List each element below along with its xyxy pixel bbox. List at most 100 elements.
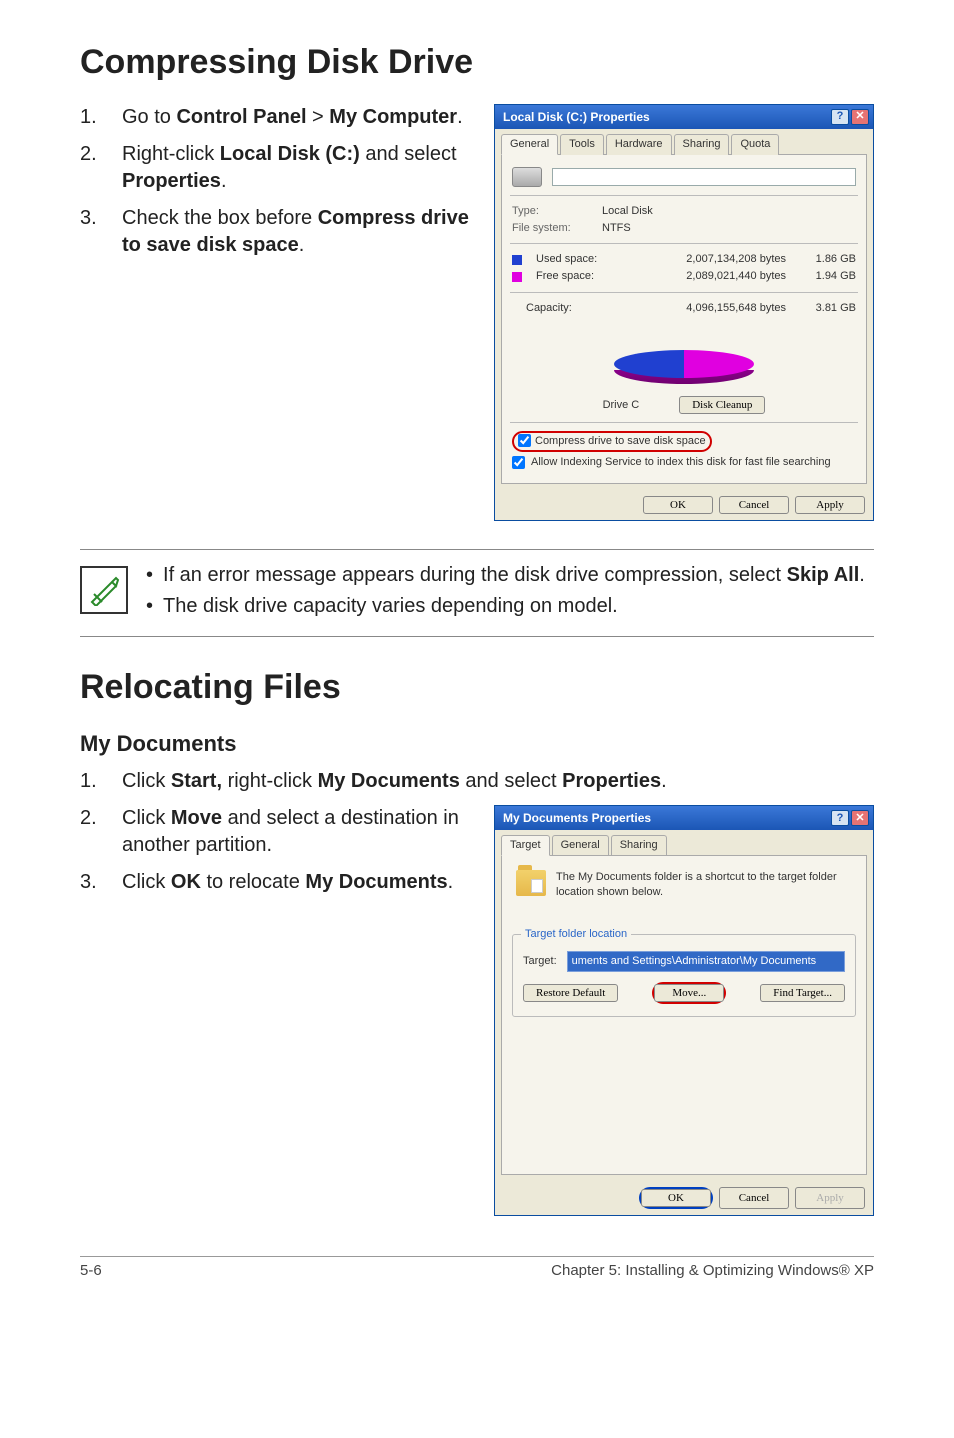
mydocuments-icon [516, 870, 546, 896]
text: . [448, 871, 454, 893]
note-item-2: The disk drive capacity varies depending… [146, 593, 865, 620]
text: Click [122, 871, 171, 893]
bold: My Documents [305, 871, 447, 893]
pie-chart-icon [614, 322, 754, 392]
move-highlight: Move... [652, 982, 726, 1004]
cancel-button[interactable]: Cancel [719, 1187, 789, 1209]
tab-target[interactable]: Target [501, 835, 550, 856]
indexing-checkbox[interactable] [512, 456, 525, 469]
fs-value: NTFS [602, 221, 631, 236]
drive-label: Drive C [603, 398, 640, 413]
text: Click [122, 770, 171, 792]
text: Right-click [122, 143, 220, 165]
used-bytes: 2,007,134,208 bytes [616, 252, 786, 267]
compress-label: Compress drive to save disk space [535, 434, 706, 449]
note-icon [80, 566, 128, 614]
text: . [457, 106, 463, 128]
cancel-button[interactable]: Cancel [719, 496, 789, 514]
move-button[interactable]: Move... [654, 984, 724, 1002]
tab-sharing[interactable]: Sharing [674, 134, 730, 155]
text: > [307, 106, 330, 128]
drive-icon [512, 167, 542, 187]
help-icon[interactable]: ? [831, 810, 849, 826]
steps-compress: Go to Control Panel > My Computer. Right… [80, 104, 470, 259]
ok-button[interactable]: OK [643, 496, 713, 514]
text: Check the box before [122, 207, 318, 229]
tab-tools[interactable]: Tools [560, 134, 604, 155]
compress-checkbox[interactable] [518, 434, 531, 447]
page-number: 5-6 [80, 1261, 102, 1281]
panel: The My Documents folder is a shortcut to… [501, 855, 867, 1175]
cap-bytes: 4,096,155,648 bytes [606, 301, 786, 316]
bold: My Computer [329, 106, 457, 128]
titlebar: My Documents Properties ? ✕ [495, 806, 873, 830]
target-fieldset: Target folder location Target: uments an… [512, 934, 856, 1017]
step-2: Right-click Local Disk (C:) and select P… [80, 141, 470, 195]
free-bytes: 2,089,021,440 bytes [616, 269, 786, 284]
target-label: Target: [523, 954, 557, 969]
step-3: Check the box before Compress drive to s… [80, 205, 470, 259]
volume-label-input[interactable] [552, 168, 856, 186]
step-1: Go to Control Panel > My Computer. [80, 104, 470, 131]
tabstrip: Target General Sharing [495, 830, 873, 855]
text: and select [460, 770, 562, 792]
step-1: Click Start, right-click My Documents an… [80, 768, 874, 795]
bold: OK [171, 871, 201, 893]
dialog-title: Local Disk (C:) Properties [503, 109, 650, 125]
disk-cleanup-button[interactable]: Disk Cleanup [679, 396, 765, 414]
restore-default-button[interactable]: Restore Default [523, 984, 618, 1002]
used-label: Used space: [536, 252, 606, 267]
text: right-click [222, 770, 318, 792]
close-icon[interactable]: ✕ [851, 109, 869, 125]
tab-hardware[interactable]: Hardware [606, 134, 672, 155]
text: If an error message appears during the d… [163, 564, 787, 586]
text: to relocate [201, 871, 306, 893]
tab-sharing[interactable]: Sharing [611, 835, 667, 856]
text: The disk drive capacity varies depending… [163, 593, 618, 620]
find-target-button[interactable]: Find Target... [760, 984, 845, 1002]
dialog-title: My Documents Properties [503, 810, 651, 826]
free-swatch-icon [512, 272, 522, 282]
tab-general[interactable]: General [552, 835, 609, 856]
bold: Properties [562, 770, 661, 792]
note-item-1: If an error message appears during the d… [146, 562, 865, 589]
apply-button[interactable]: Apply [795, 496, 865, 514]
free-label: Free space: [536, 269, 606, 284]
tab-general[interactable]: General [501, 134, 558, 155]
bold: My Documents [318, 770, 460, 792]
bold: Skip All [787, 564, 860, 586]
bold: Start, [171, 770, 222, 792]
indexing-label: Allow Indexing Service to index this dis… [531, 455, 831, 470]
free-gb: 1.94 GB [796, 269, 856, 284]
text: Click [122, 807, 171, 829]
page-footer: 5-6 Chapter 5: Installing & Optimizing W… [80, 1256, 874, 1281]
text: and select [360, 143, 457, 165]
heading-compressing: Compressing Disk Drive [80, 40, 874, 86]
tabstrip: General Tools Hardware Sharing Quota [495, 129, 873, 154]
type-value: Local Disk [602, 204, 653, 219]
note-box: If an error message appears during the d… [80, 549, 874, 637]
fieldset-legend: Target folder location [521, 927, 631, 942]
ok-button[interactable]: OK [641, 1189, 711, 1207]
local-disk-properties-dialog: Local Disk (C:) Properties ? ✕ General T… [494, 104, 874, 521]
chapter-title: Chapter 5: Installing & Optimizing Windo… [551, 1261, 874, 1281]
text: . [221, 170, 227, 192]
text: . [661, 770, 667, 792]
cap-label: Capacity: [512, 301, 596, 316]
step-2: Click Move and select a destination in a… [80, 805, 470, 859]
description: The My Documents folder is a shortcut to… [556, 870, 852, 900]
titlebar: Local Disk (C:) Properties ? ✕ [495, 105, 873, 129]
bold: Local Disk (C:) [220, 143, 360, 165]
used-swatch-icon [512, 255, 522, 265]
my-documents-properties-dialog: My Documents Properties ? ✕ Target Gener… [494, 805, 874, 1216]
bold: Properties [122, 170, 221, 192]
target-input[interactable]: uments and Settings\Administrator\My Doc… [567, 951, 845, 972]
compress-highlight: Compress drive to save disk space [512, 431, 712, 452]
close-icon[interactable]: ✕ [851, 810, 869, 826]
steps-relocate-cont: Click Move and select a destination in a… [80, 805, 470, 896]
steps-relocate: Click Start, right-click My Documents an… [80, 768, 874, 795]
cap-gb: 3.81 GB [796, 301, 856, 316]
apply-button: Apply [795, 1187, 865, 1209]
help-icon[interactable]: ? [831, 109, 849, 125]
tab-quota[interactable]: Quota [731, 134, 779, 155]
